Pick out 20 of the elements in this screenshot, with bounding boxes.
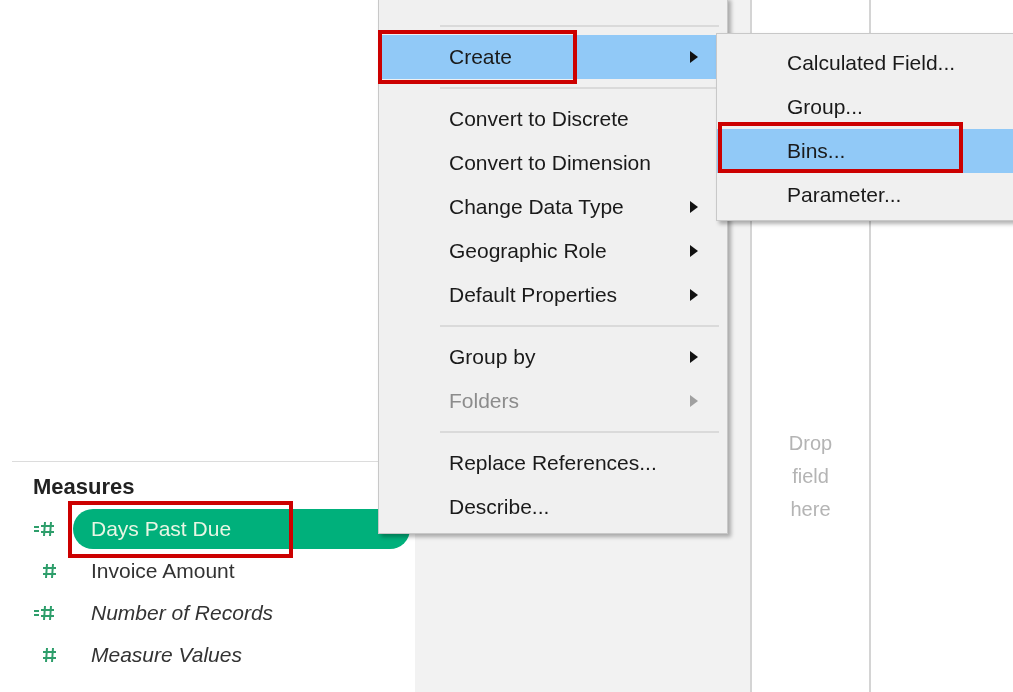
menu-item[interactable]: Geographic Role <box>379 229 727 273</box>
field-item[interactable]: Invoice Amount <box>91 555 235 587</box>
measure-icon <box>42 647 56 663</box>
submenu-arrow-icon <box>690 289 698 301</box>
section-title: Measures <box>33 473 136 501</box>
calculated-measure-icon <box>34 605 54 621</box>
submenu-arrow-icon <box>690 245 698 257</box>
menu-item[interactable]: Replace References... <box>379 441 727 485</box>
submenu-arrow-icon <box>690 351 698 363</box>
drop-zone-hint: Drop field here <box>787 431 834 522</box>
measure-icon <box>42 563 56 579</box>
calculated-measure-icon <box>34 521 54 537</box>
submenu-arrow-icon <box>690 51 698 63</box>
submenu-arrow-icon <box>690 395 698 407</box>
menu-item[interactable]: Default Properties <box>379 273 727 317</box>
field-item[interactable]: Measure Values <box>91 639 242 671</box>
menu-item[interactable]: Parameter... <box>717 173 1013 217</box>
menu-item[interactable]: Group by <box>379 335 727 379</box>
field-item[interactable]: Number of Records <box>91 597 274 629</box>
submenu-arrow-icon <box>690 201 698 213</box>
